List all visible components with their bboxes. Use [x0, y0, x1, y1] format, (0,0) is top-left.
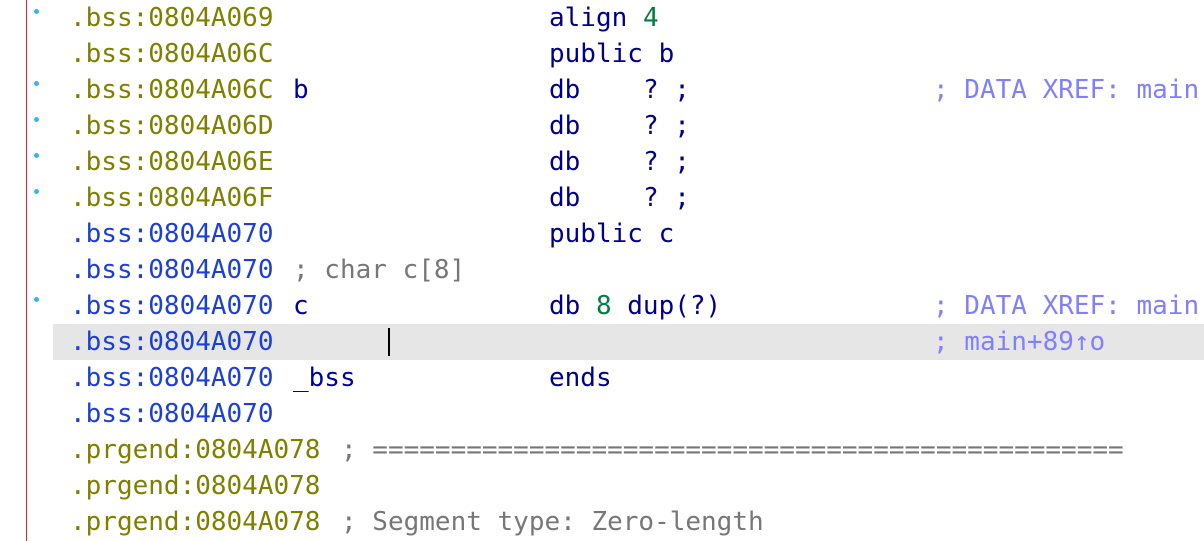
- line-address: .bss:0804A070: [70, 255, 274, 285]
- line-address: .bss:0804A070: [70, 291, 274, 321]
- line-instruction: ends: [549, 360, 612, 396]
- line-instruction: db ? ;: [549, 108, 690, 144]
- mnemonic: align: [549, 3, 628, 33]
- operand: ? ;: [642, 75, 690, 105]
- listing-line[interactable]: .bss:0804A06C b db ? ; ; DATA XREF: main: [0, 72, 1204, 108]
- line-address: .bss:0804A070: [70, 399, 274, 429]
- line-address: .bss:0804A06E: [70, 147, 274, 177]
- line-bullet-icon: [34, 153, 39, 158]
- line-instruction: db 8 dup(?): [549, 288, 721, 324]
- line-instruction: db ? ;: [549, 144, 690, 180]
- line-instruction: public c: [549, 216, 674, 252]
- listing-line-current[interactable]: .bss:0804A070 ; main+89↑o: [0, 324, 1204, 360]
- operand: ? ;: [642, 147, 690, 177]
- operand: ? ;: [642, 111, 690, 141]
- line-address: .bss:0804A069: [70, 3, 274, 33]
- mnemonic: ends: [549, 363, 612, 393]
- listing-line[interactable]: .bss:0804A06D db ? ;: [0, 108, 1204, 144]
- listing-line[interactable]: .bss:0804A069 align 4: [0, 0, 1204, 36]
- listing-line[interactable]: .prgend:0804A078 ; =====================…: [0, 432, 1204, 468]
- separator-comment: ; ======================================…: [341, 435, 1124, 465]
- line-instruction: db ? ;: [549, 180, 690, 216]
- listing-line[interactable]: .prgend:0804A078: [0, 468, 1204, 504]
- line-bullet-icon: [34, 81, 39, 86]
- line-address: .bss:0804A06F: [70, 183, 274, 213]
- line-bullet-icon: [34, 9, 39, 14]
- line-address: .bss:0804A06C: [70, 75, 274, 105]
- text-caret: [388, 328, 390, 356]
- operand: b: [658, 39, 675, 69]
- listing-line[interactable]: .prgend:0804A078 ; Segment type: Zero-le…: [0, 504, 1204, 540]
- line-label[interactable]: b: [293, 72, 309, 108]
- mnemonic: db: [549, 111, 581, 141]
- line-address: .prgend:0804A078: [70, 507, 321, 537]
- line-instruction: db ? ;: [549, 72, 690, 108]
- line-address: .bss:0804A070: [70, 327, 274, 357]
- line-bullet-icon: [34, 189, 39, 194]
- operand: ? ;: [642, 183, 690, 213]
- line-address: .prgend:0804A078: [70, 435, 321, 465]
- disassembly-view[interactable]: .bss:0804A069 align 4 .bss:0804A06C publ…: [0, 0, 1204, 541]
- listing-line[interactable]: .bss:0804A070 ; char c[8]: [0, 252, 1204, 288]
- line-bullet-icon: [34, 297, 39, 302]
- operand: c: [658, 219, 675, 249]
- mnemonic: public: [549, 39, 643, 69]
- listing-line[interactable]: .bss:0804A06C public b: [0, 36, 1204, 72]
- listing-line[interactable]: .bss:0804A070 public c: [0, 216, 1204, 252]
- line-comment: ; char c[8]: [293, 255, 466, 285]
- mnemonic: db: [549, 183, 581, 213]
- listing-line[interactable]: .bss:0804A06F db ? ;: [0, 180, 1204, 216]
- line-label[interactable]: c: [293, 288, 309, 324]
- listing-line[interactable]: .bss:0804A070: [0, 396, 1204, 432]
- line-address: .bss:0804A06D: [70, 111, 274, 141]
- xref-comment[interactable]: ; DATA XREF: main: [933, 72, 1199, 108]
- xref-comment[interactable]: ; DATA XREF: main: [933, 288, 1199, 324]
- mnemonic: db: [549, 147, 581, 177]
- line-instruction: public b: [549, 36, 674, 72]
- operand: 4: [642, 3, 659, 33]
- listing-line[interactable]: .bss:0804A070 _bss ends: [0, 360, 1204, 396]
- listing-line[interactable]: .bss:0804A070 c db 8 dup(?) ; DATA XREF:…: [0, 288, 1204, 324]
- mnemonic: db: [549, 75, 581, 105]
- operand: dup(?): [627, 291, 722, 321]
- mnemonic: public: [549, 219, 643, 249]
- line-bullet-icon: [34, 117, 39, 122]
- line-address: .bss:0804A070: [70, 219, 274, 249]
- operand-count: 8: [595, 291, 612, 321]
- line-address: .bss:0804A06C: [70, 39, 274, 69]
- line-instruction: align 4: [549, 0, 659, 36]
- mnemonic: db: [549, 291, 581, 321]
- segment-type-comment: ; Segment type: Zero-length: [341, 507, 764, 537]
- listing-line[interactable]: .bss:0804A06E db ? ;: [0, 144, 1204, 180]
- line-label[interactable]: _bss: [293, 360, 356, 396]
- line-address: .prgend:0804A078: [70, 471, 321, 501]
- xref-comment[interactable]: ; main+89↑o: [933, 324, 1105, 360]
- line-address: .bss:0804A070: [70, 363, 274, 393]
- listing[interactable]: .bss:0804A069 align 4 .bss:0804A06C publ…: [0, 0, 1204, 540]
